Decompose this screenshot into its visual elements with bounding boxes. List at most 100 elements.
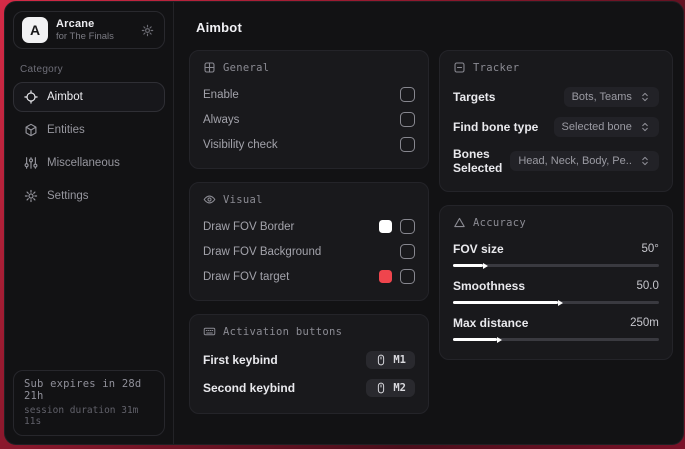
draw-fov-target-checkbox[interactable] xyxy=(400,269,415,284)
setting-row: Visibility check xyxy=(203,132,415,157)
sidebar-item-label: Entities xyxy=(47,124,85,136)
setting-label: Targets xyxy=(453,90,496,104)
second-keybind-button[interactable]: M2 xyxy=(366,379,415,397)
setting-row: Find bone type Selected bone xyxy=(453,112,659,142)
targets-select[interactable]: Bots, Teams xyxy=(563,87,659,107)
select-value: Selected bone xyxy=(561,121,632,133)
enable-checkbox[interactable] xyxy=(400,87,415,102)
slider-fill xyxy=(453,338,498,341)
subscription-status: Sub expires in 28d 21h session duration … xyxy=(13,370,165,436)
accuracy-card: Accuracy FOV size 50° Smoothness 50.0 Ma… xyxy=(439,205,673,360)
setting-row: Draw FOV Background xyxy=(203,239,415,264)
scan-icon xyxy=(453,61,466,74)
app-logo: A xyxy=(22,17,48,43)
keybind-value: M2 xyxy=(393,382,406,394)
slider-fill xyxy=(453,264,483,267)
main-content: Aimbot General Enable Always Visibility … xyxy=(174,2,683,444)
row-controls xyxy=(379,269,415,284)
setting-row: Targets Bots, Teams xyxy=(453,82,659,112)
session-duration-text: session duration 31m 11s xyxy=(24,405,139,427)
sidebar-item-settings[interactable]: Settings xyxy=(13,181,165,211)
visibility-check-checkbox[interactable] xyxy=(400,137,415,152)
tracker-card: Tracker Targets Bots, Teams Find bone ty… xyxy=(439,50,673,192)
setting-row: First keybind M1 xyxy=(203,346,415,374)
slider-fill xyxy=(453,301,558,304)
section-title: Visual xyxy=(223,193,263,206)
section-title: Tracker xyxy=(473,61,520,74)
sidebar-item-miscellaneous[interactable]: Miscellaneous xyxy=(13,148,165,178)
cube-icon xyxy=(24,123,38,137)
general-card: General Enable Always Visibility check xyxy=(189,50,429,169)
sidebar: A Arcane for The Finals Category Aimbot … xyxy=(5,2,174,444)
setting-row: Draw FOV Border xyxy=(203,214,415,239)
setting-label: FOV size xyxy=(453,242,504,256)
draw-fov-background-checkbox[interactable] xyxy=(400,244,415,259)
max-distance-setting: Max distance 250m xyxy=(453,311,659,348)
activation-card: Activation buttons First keybind M1 Seco… xyxy=(189,314,429,414)
smoothness-slider[interactable] xyxy=(453,301,659,304)
sidebar-item-label: Aimbot xyxy=(47,91,83,103)
sidebar-item-label: Miscellaneous xyxy=(47,157,120,169)
setting-label: First keybind xyxy=(203,353,278,367)
settings-gear-button[interactable] xyxy=(139,22,156,39)
always-checkbox[interactable] xyxy=(400,112,415,127)
setting-row: Draw FOV target xyxy=(203,264,415,289)
app-subtitle: for The Finals xyxy=(56,31,114,42)
slider-value: 50° xyxy=(641,243,659,255)
mouse-icon xyxy=(375,382,387,394)
setting-label: Max distance xyxy=(453,316,529,330)
bones-selected-select[interactable]: Head, Neck, Body, Pe.. xyxy=(510,151,659,171)
max-distance-slider[interactable] xyxy=(453,338,659,341)
fov-border-color-swatch[interactable] xyxy=(379,220,392,233)
draw-fov-border-checkbox[interactable] xyxy=(400,219,415,234)
sidebar-item-label: Settings xyxy=(47,190,89,202)
setting-label: Always xyxy=(203,113,240,126)
select-value: Bots, Teams xyxy=(571,91,632,103)
slider-value: 50.0 xyxy=(636,280,659,292)
right-column: Tracker Targets Bots, Teams Find bone ty… xyxy=(439,50,673,360)
section-title: General xyxy=(223,61,270,74)
fov-size-slider[interactable] xyxy=(453,264,659,267)
mouse-icon xyxy=(375,354,387,366)
eye-icon xyxy=(203,193,216,206)
tracker-card-header: Tracker xyxy=(453,61,659,74)
setting-label: Enable xyxy=(203,88,239,101)
sliders-icon xyxy=(24,156,38,170)
sidebar-nav: Aimbot Entities Miscellaneous Settings xyxy=(13,82,165,211)
find-bone-type-select[interactable]: Selected bone xyxy=(553,117,659,137)
row-controls xyxy=(379,219,415,234)
smoothness-setting: Smoothness 50.0 xyxy=(453,274,659,311)
accuracy-card-header: Accuracy xyxy=(453,216,659,229)
keybind-value: M1 xyxy=(393,354,406,366)
setting-label: Draw FOV target xyxy=(203,270,290,283)
fov-size-setting: FOV size 50° xyxy=(453,237,659,274)
page-title: Aimbot xyxy=(196,20,242,35)
app-title: Arcane xyxy=(56,18,95,30)
category-label: Category xyxy=(20,64,63,75)
setting-label: Find bone type xyxy=(453,120,539,134)
setting-row: Second keybind M2 xyxy=(203,374,415,402)
sidebar-item-aimbot[interactable]: Aimbot xyxy=(13,82,165,112)
fov-target-color-swatch[interactable] xyxy=(379,270,392,283)
setting-label: Draw FOV Border xyxy=(203,220,295,233)
keyboard-icon xyxy=(203,325,216,338)
app-name-block: Arcane for The Finals xyxy=(56,18,131,42)
left-column: General Enable Always Visibility check V… xyxy=(189,50,429,414)
setting-label: Second keybind xyxy=(203,381,296,395)
grid-icon xyxy=(203,61,216,74)
gear-icon xyxy=(24,189,38,203)
gear-icon xyxy=(141,24,154,37)
triangle-icon xyxy=(453,216,466,229)
setting-label: Bones Selected xyxy=(453,147,503,175)
sidebar-item-entities[interactable]: Entities xyxy=(13,115,165,145)
unfold-icon xyxy=(639,155,651,167)
section-title: Accuracy xyxy=(473,216,526,229)
activation-card-header: Activation buttons xyxy=(203,325,415,338)
setting-label: Draw FOV Background xyxy=(203,245,322,258)
unfold-icon xyxy=(639,121,651,133)
first-keybind-button[interactable]: M1 xyxy=(366,351,415,369)
setting-label: Visibility check xyxy=(203,138,278,151)
visual-card-header: Visual xyxy=(203,193,415,206)
app-window: A Arcane for The Finals Category Aimbot … xyxy=(4,1,684,445)
